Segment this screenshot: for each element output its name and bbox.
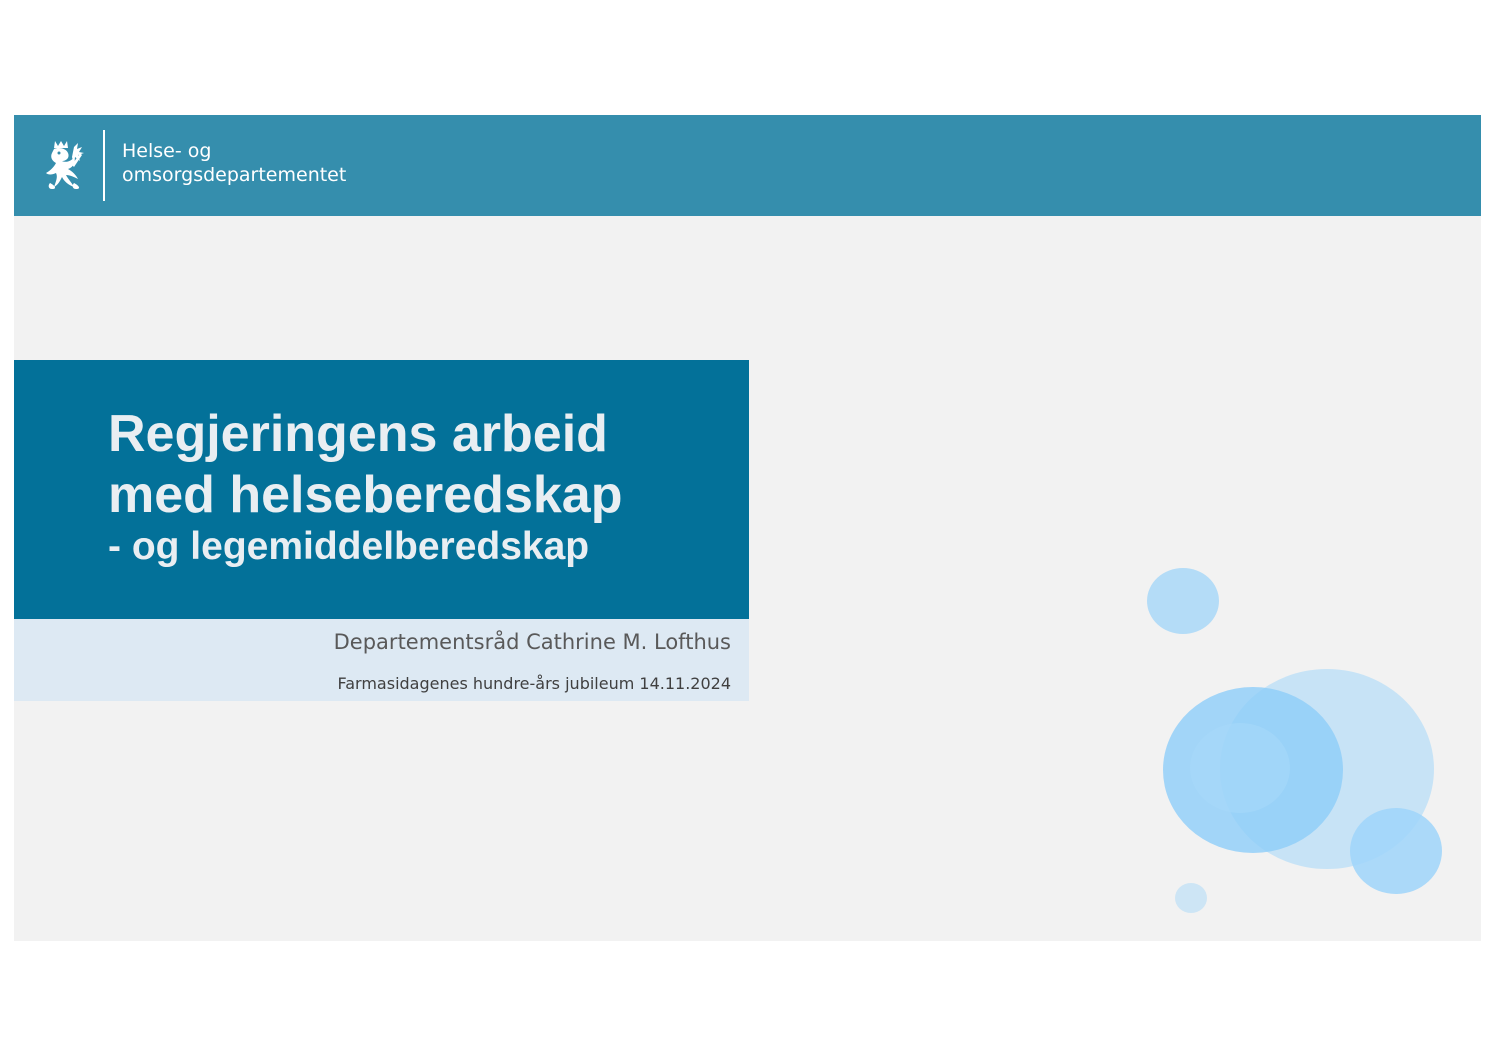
slide-title-line1: Regjeringens arbeid [108, 405, 608, 463]
bubble-small-top [1147, 568, 1219, 634]
decorative-bubbles [1147, 568, 1442, 913]
bubble-medium-right [1350, 808, 1442, 894]
slide: Helse- og omsorgsdepartementet Regjering… [14, 115, 1481, 941]
department-name-line2: omsorgsdepartementet [122, 164, 347, 186]
slide-title-line2: med helseberedskap [108, 466, 623, 524]
event-info: Farmasidagenes hundre-års jubileum 14.11… [337, 674, 732, 693]
department-name: Helse- og omsorgsdepartementet [122, 139, 346, 187]
bubble-tiny-bottom [1175, 883, 1207, 913]
title-box: Regjeringens arbeid med helseberedskap -… [14, 360, 749, 619]
header-bar: Helse- og omsorgsdepartementet [14, 115, 1481, 216]
norwegian-lion-coat-of-arms-icon [46, 141, 84, 189]
logo-divider [103, 130, 105, 201]
bubble-inner [1190, 723, 1290, 813]
slide-title: Regjeringens arbeid med helseberedskap [108, 404, 622, 526]
info-box: Departementsråd Cathrine M. Lofthus Farm… [14, 619, 749, 701]
slide-subtitle: - og legemiddelberedskap [108, 525, 590, 568]
presenter-name: Departementsråd Cathrine M. Lofthus [333, 630, 731, 654]
department-name-line1: Helse- og [122, 140, 212, 162]
